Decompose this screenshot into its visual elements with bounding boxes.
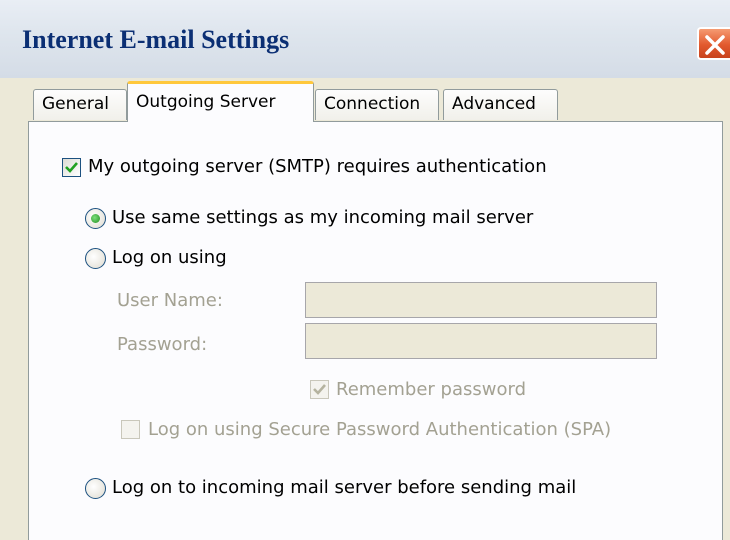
- title-bar: Internet E-mail Settings: [0, 0, 730, 78]
- same-settings-radio[interactable]: [85, 208, 106, 229]
- tab-outgoing-server[interactable]: Outgoing Server: [127, 81, 314, 122]
- smtp-auth-checkbox[interactable]: [62, 158, 81, 177]
- tab-advanced-label: Advanced: [452, 94, 536, 114]
- log-on-using-radio[interactable]: [85, 248, 106, 269]
- user-name-field[interactable]: [305, 282, 657, 318]
- close-icon: [705, 35, 725, 55]
- tab-connection[interactable]: Connection: [315, 89, 439, 120]
- log-on-incoming-radio[interactable]: [85, 478, 106, 499]
- smtp-auth-label: My outgoing server (SMTP) requires authe…: [88, 156, 547, 177]
- tab-general[interactable]: General: [33, 89, 127, 120]
- password-label: Password:: [117, 334, 208, 355]
- tab-general-label: General: [42, 94, 109, 114]
- log-on-using-label: Log on using: [112, 247, 227, 268]
- tab-outgoing-server-label: Outgoing Server: [136, 92, 276, 112]
- same-settings-label: Use same settings as my incoming mail se…: [112, 207, 534, 228]
- log-on-incoming-label: Log on to incoming mail server before se…: [112, 477, 577, 498]
- spa-checkbox[interactable]: [121, 420, 140, 439]
- remember-password-label: Remember password: [336, 379, 526, 400]
- window-title: Internet E-mail Settings: [22, 25, 290, 54]
- spa-label: Log on using Secure Password Authenticat…: [148, 419, 612, 440]
- tab-advanced[interactable]: Advanced: [443, 89, 558, 120]
- checkmark-icon: [313, 384, 326, 395]
- user-name-label: User Name:: [117, 290, 223, 311]
- radio-selected-dot: [91, 214, 100, 223]
- password-field[interactable]: [305, 323, 657, 359]
- tab-connection-label: Connection: [324, 94, 421, 114]
- remember-password-checkbox[interactable]: [310, 380, 329, 399]
- close-button[interactable]: [697, 27, 730, 60]
- checkmark-icon: [65, 162, 78, 173]
